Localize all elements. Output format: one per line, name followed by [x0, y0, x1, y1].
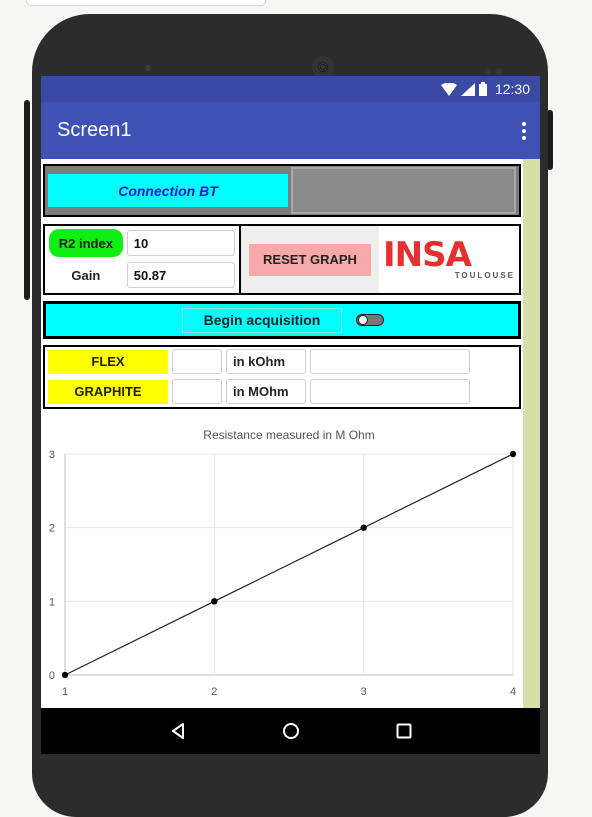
flex-value-field[interactable] — [172, 349, 222, 374]
connection-row: Connection BT — [43, 164, 521, 217]
scrollbar[interactable] — [523, 159, 540, 708]
data-point — [509, 450, 517, 458]
connection-status-box — [291, 167, 516, 214]
data-point — [211, 598, 218, 605]
x-tick-label: 3 — [361, 686, 367, 698]
connection-bt-button[interactable]: Connection BT — [48, 170, 288, 211]
r2-index-label: R2 index — [49, 229, 123, 257]
r2-index-input[interactable]: 10 — [126, 230, 235, 256]
x-tick-label: 2 — [211, 686, 217, 698]
insa-logo-subtext: TOULOUSE — [454, 271, 515, 280]
x-tick-label: 4 — [510, 686, 516, 698]
toggle-knob — [358, 315, 368, 325]
navigation-bar — [41, 708, 540, 754]
gain-label: Gain — [71, 267, 101, 283]
home-icon[interactable] — [281, 721, 301, 741]
speaker-icon — [312, 56, 334, 78]
parameters-box: R2 index 10 Gain 50.87 — [45, 226, 241, 293]
camera-icon — [144, 64, 152, 72]
y-tick-label: 3 — [49, 449, 55, 461]
reset-graph-button[interactable]: RESET GRAPH — [249, 243, 371, 276]
graphite-unit-label: in MOhm — [226, 379, 306, 404]
sensor-dots — [484, 62, 510, 75]
measurement-line-flex: FLEX in kOhm — [48, 349, 516, 374]
acquisition-row: Begin acquisition — [43, 301, 521, 339]
reset-area: RESET GRAPH — [241, 226, 379, 293]
measurement-line-graphite: GRAPHITE in MOhm — [48, 379, 516, 404]
measurements-row: FLEX in kOhm GRAPHITE in MOhm — [43, 345, 521, 409]
graphite-label: GRAPHITE — [48, 379, 168, 404]
overflow-menu-icon[interactable] — [522, 121, 526, 140]
signal-icon — [460, 82, 475, 96]
acquisition-toggle[interactable] — [356, 314, 384, 326]
screen-content: Connection BT R2 index 10 Gain 50.87 RES… — [41, 159, 540, 708]
insa-logo: INSA TOULOUSE — [379, 226, 519, 293]
status-bar: 12:30 — [41, 76, 540, 102]
graphite-value-field[interactable] — [172, 379, 222, 404]
flex-extra-field[interactable] — [310, 349, 470, 374]
chart-title: Resistance measured in M Ohm — [203, 428, 374, 442]
gain-input[interactable]: 50.87 — [126, 262, 235, 288]
phone-screen: 12:30 Screen1 Connection BT R2 index 10 — [41, 76, 540, 708]
wifi-icon — [440, 82, 457, 96]
app-title: Screen1 — [57, 119, 132, 141]
y-tick-label: 0 — [49, 670, 55, 682]
graphite-extra-field[interactable] — [310, 379, 470, 404]
chart-svg: Resistance measured in M Ohm01231 2 3 4 — [49, 428, 517, 698]
x-tick-label: 1 — [62, 686, 68, 698]
back-icon[interactable] — [168, 721, 188, 741]
y-tick-label: 1 — [49, 596, 55, 608]
y-tick-label: 2 — [49, 523, 55, 535]
resistance-chart: Resistance measured in M Ohm 0 1 2 3 1 2 3 4 — [41, 413, 523, 708]
begin-acquisition-button[interactable]: Begin acquisition — [182, 307, 342, 333]
page: 12:30 Screen1 Connection BT R2 index 10 — [0, 0, 592, 817]
phone-side-button — [24, 100, 30, 300]
recents-icon[interactable] — [394, 721, 414, 741]
flex-unit-label: in kOhm — [226, 349, 306, 374]
insa-logo-text: INSA — [383, 235, 472, 275]
series-line — [64, 453, 514, 676]
flex-label: FLEX — [48, 349, 168, 374]
data-point — [61, 671, 69, 679]
battery-icon — [478, 82, 487, 96]
browser-tab-fragment — [26, 0, 266, 6]
app-bar: Screen1 — [41, 102, 540, 159]
parameters-row: R2 index 10 Gain 50.87 RESET GRAPH INSA … — [43, 224, 521, 295]
status-time: 12:30 — [494, 81, 530, 97]
data-point — [360, 524, 367, 531]
